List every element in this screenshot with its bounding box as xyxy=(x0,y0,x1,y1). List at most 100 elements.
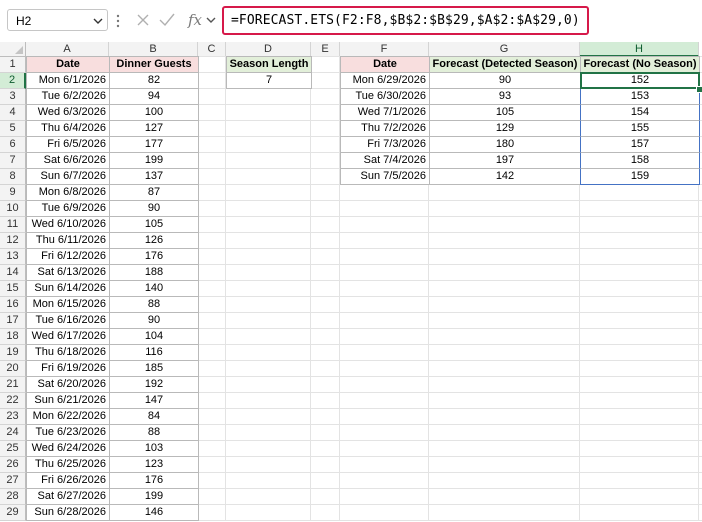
guests-cell[interactable]: 140 xyxy=(109,280,199,297)
guests-cell[interactable]: 84 xyxy=(109,408,199,425)
forecast-date-cell[interactable]: Wed 7/1/2026 xyxy=(340,104,430,121)
insert-function-icon[interactable]: fx xyxy=(183,9,207,31)
guests-cell[interactable]: 123 xyxy=(109,456,199,473)
forecast-detected-cell[interactable]: 197 xyxy=(429,152,581,169)
guests-cell[interactable]: 116 xyxy=(109,344,199,361)
row-header-26[interactable]: 26 xyxy=(0,457,26,473)
row-header-1[interactable]: 1 xyxy=(0,57,26,73)
formula-input[interactable]: =FORECAST.ETS(F2:F8,$B$2:$B$29,$A$2:$A$2… xyxy=(222,6,589,35)
guests-cell[interactable]: 105 xyxy=(109,216,199,233)
name-box[interactable]: H2 xyxy=(7,9,108,31)
row-header-22[interactable]: 22 xyxy=(0,393,26,409)
guests-cell[interactable]: 90 xyxy=(109,200,199,217)
header-forecast-date[interactable]: Date xyxy=(340,56,430,73)
date-cell[interactable]: Tue 6/2/2026 xyxy=(26,88,110,105)
column-header-e[interactable]: E xyxy=(311,42,340,57)
row-header-27[interactable]: 27 xyxy=(0,473,26,489)
guests-cell[interactable]: 199 xyxy=(109,488,199,505)
date-cell[interactable]: Thu 6/11/2026 xyxy=(26,232,110,249)
forecast-date-cell[interactable]: Tue 6/30/2026 xyxy=(340,88,430,105)
forecast-detected-cell[interactable]: 90 xyxy=(429,72,581,89)
date-cell[interactable]: Sat 6/27/2026 xyxy=(26,488,110,505)
date-cell[interactable]: Sun 6/7/2026 xyxy=(26,168,110,185)
guests-cell[interactable]: 176 xyxy=(109,248,199,265)
row-header-28[interactable]: 28 xyxy=(0,489,26,505)
guests-cell[interactable]: 192 xyxy=(109,376,199,393)
forecast-detected-cell[interactable]: 129 xyxy=(429,120,581,137)
column-header-f[interactable]: F xyxy=(340,42,429,57)
chevron-down-icon[interactable] xyxy=(93,16,103,26)
row-header-6[interactable]: 6 xyxy=(0,137,26,153)
guests-cell[interactable]: 185 xyxy=(109,360,199,377)
row-header-23[interactable]: 23 xyxy=(0,409,26,425)
date-cell[interactable]: Sat 6/6/2026 xyxy=(26,152,110,169)
date-cell[interactable]: Mon 6/15/2026 xyxy=(26,296,110,313)
row-header-14[interactable]: 14 xyxy=(0,265,26,281)
header-forecast-no-season[interactable]: Forecast (No Season) xyxy=(580,56,700,73)
date-cell[interactable]: Fri 6/26/2026 xyxy=(26,472,110,489)
forecast-detected-cell[interactable]: 142 xyxy=(429,168,581,185)
forecast-date-cell[interactable]: Thu 7/2/2026 xyxy=(340,120,430,137)
forecast-date-cell[interactable]: Mon 6/29/2026 xyxy=(340,72,430,89)
date-cell[interactable]: Thu 6/18/2026 xyxy=(26,344,110,361)
row-header-2[interactable]: 2 xyxy=(0,73,26,89)
forecast-no-season-cell[interactable]: 157 xyxy=(580,136,700,153)
row-header-12[interactable]: 12 xyxy=(0,233,26,249)
header-season-length[interactable]: Season Length xyxy=(226,56,312,73)
select-all-corner[interactable] xyxy=(0,42,26,57)
guests-cell[interactable]: 146 xyxy=(109,504,199,521)
header-dinner-guests[interactable]: Dinner Guests xyxy=(109,56,199,73)
row-header-29[interactable]: 29 xyxy=(0,505,26,521)
header-date[interactable]: Date xyxy=(26,56,110,73)
guests-cell[interactable]: 87 xyxy=(109,184,199,201)
row-header-17[interactable]: 17 xyxy=(0,313,26,329)
column-header-a[interactable]: A xyxy=(26,42,109,57)
forecast-date-cell[interactable]: Sun 7/5/2026 xyxy=(340,168,430,185)
forecast-detected-cell[interactable]: 93 xyxy=(429,88,581,105)
date-cell[interactable]: Tue 6/23/2026 xyxy=(26,424,110,441)
row-header-4[interactable]: 4 xyxy=(0,105,26,121)
row-header-19[interactable]: 19 xyxy=(0,345,26,361)
guests-cell[interactable]: 100 xyxy=(109,104,199,121)
cancel-icon[interactable] xyxy=(134,11,152,29)
row-header-15[interactable]: 15 xyxy=(0,281,26,297)
row-header-16[interactable]: 16 xyxy=(0,297,26,313)
header-forecast-detected[interactable]: Forecast (Detected Season) xyxy=(429,56,581,73)
date-cell[interactable]: Tue 6/9/2026 xyxy=(26,200,110,217)
guests-cell[interactable]: 90 xyxy=(109,312,199,329)
forecast-no-season-cell[interactable]: 155 xyxy=(580,120,700,137)
date-cell[interactable]: Sun 6/14/2026 xyxy=(26,280,110,297)
date-cell[interactable]: Thu 6/25/2026 xyxy=(26,456,110,473)
forecast-no-season-cell[interactable]: 154 xyxy=(580,104,700,121)
date-cell[interactable]: Mon 6/22/2026 xyxy=(26,408,110,425)
guests-cell[interactable]: 82 xyxy=(109,72,199,89)
date-cell[interactable]: Mon 6/8/2026 xyxy=(26,184,110,201)
date-cell[interactable]: Sat 6/13/2026 xyxy=(26,264,110,281)
guests-cell[interactable]: 199 xyxy=(109,152,199,169)
row-header-21[interactable]: 21 xyxy=(0,377,26,393)
forecast-no-season-cell[interactable]: 158 xyxy=(580,152,700,169)
row-header-20[interactable]: 20 xyxy=(0,361,26,377)
guests-cell[interactable]: 147 xyxy=(109,392,199,409)
date-cell[interactable]: Sun 6/21/2026 xyxy=(26,392,110,409)
row-header-5[interactable]: 5 xyxy=(0,121,26,137)
row-header-10[interactable]: 10 xyxy=(0,201,26,217)
column-header-h[interactable]: H xyxy=(580,42,699,57)
guests-cell[interactable]: 127 xyxy=(109,120,199,137)
date-cell[interactable]: Wed 6/24/2026 xyxy=(26,440,110,457)
date-cell[interactable]: Tue 6/16/2026 xyxy=(26,312,110,329)
date-cell[interactable]: Wed 6/10/2026 xyxy=(26,216,110,233)
date-cell[interactable]: Fri 6/12/2026 xyxy=(26,248,110,265)
guests-cell[interactable]: 137 xyxy=(109,168,199,185)
forecast-detected-cell[interactable]: 105 xyxy=(429,104,581,121)
column-header-d[interactable]: D xyxy=(226,42,311,57)
guests-cell[interactable]: 88 xyxy=(109,296,199,313)
row-header-9[interactable]: 9 xyxy=(0,185,26,201)
row-header-24[interactable]: 24 xyxy=(0,425,26,441)
row-header-7[interactable]: 7 xyxy=(0,153,26,169)
more-options-icon[interactable] xyxy=(116,13,120,29)
guests-cell[interactable]: 94 xyxy=(109,88,199,105)
row-header-11[interactable]: 11 xyxy=(0,217,26,233)
row-header-25[interactable]: 25 xyxy=(0,441,26,457)
formula-expand-icon[interactable] xyxy=(205,11,217,29)
